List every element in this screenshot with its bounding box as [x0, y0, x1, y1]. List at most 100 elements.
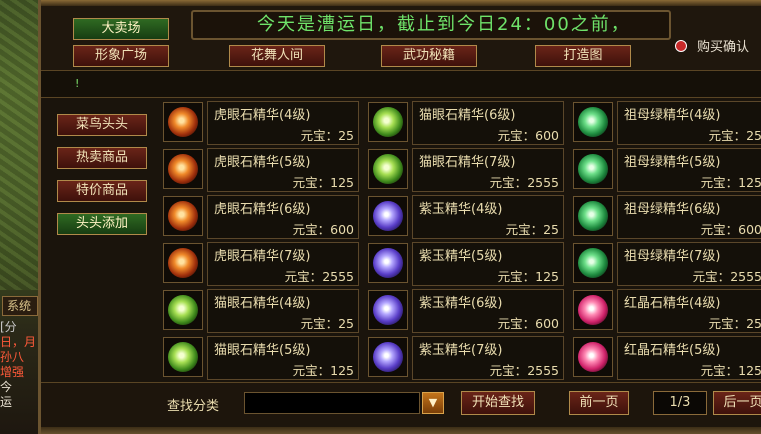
item-slot[interactable] [163, 337, 203, 377]
item-name: 红晶石精华(4级) [624, 296, 721, 311]
item-info[interactable]: 红晶石精华(4级) 元宝：25 [617, 289, 761, 333]
shop-item[interactable]: 紫玉精华(4级) 元宝：25 [368, 195, 564, 239]
shop-item[interactable]: 紫玉精华(5级) 元宝：125 [368, 242, 564, 286]
shop-item[interactable]: 紫玉精华(6级) 元宝：600 [368, 289, 564, 333]
next-page-button[interactable]: 后一页 [713, 391, 761, 415]
item-info[interactable]: 紫玉精华(4级) 元宝：25 [412, 195, 564, 239]
item-slot[interactable] [368, 337, 408, 377]
tab-flower-dance[interactable]: 花舞人间 [229, 45, 325, 67]
cat-gem-icon [373, 154, 403, 184]
shop-tabs: 大卖场 形象广场 花舞人间 武功秘籍 打造图 今天是漕运日，截止到今日24：00… [41, 6, 761, 70]
item-info[interactable]: 猫眼石精华(4级) 元宝：25 [207, 289, 359, 333]
search-label: 查找分类 [167, 399, 220, 414]
item-info[interactable]: 猫眼石精华(6级) 元宝：600 [412, 101, 564, 145]
category-hot[interactable]: 热卖商品 [57, 147, 147, 169]
category-add[interactable]: 头头添加 [57, 213, 147, 235]
price-value: 600 [535, 316, 559, 331]
price-value: 125 [330, 363, 354, 378]
item-name: 猫眼石精华(5级) [214, 343, 311, 358]
item-info[interactable]: 紫玉精华(7级) 元宝：2555 [412, 336, 564, 380]
shop-item[interactable]: 祖母绿精华(6级) 元宝：600 [573, 195, 761, 239]
shop-item[interactable]: 祖母绿精华(7级) 元宝：2555 [573, 242, 761, 286]
tiger-gem-icon [168, 154, 198, 184]
chat-log: [分 日，月 孙八 增强 今 运 [0, 320, 38, 410]
start-search-button[interactable]: 开始查找 [461, 391, 535, 415]
item-info[interactable]: 猫眼石精华(5级) 元宝：125 [207, 336, 359, 380]
category-newbie[interactable]: 菜鸟头头 [57, 114, 147, 136]
item-price: 元宝：125 [293, 172, 354, 191]
item-name: 虎眼石精华(5级) [214, 155, 311, 170]
notice-bar: ! [41, 70, 761, 98]
shop-item[interactable]: 祖母绿精华(5级) 元宝：125 [573, 148, 761, 192]
tab-main-market[interactable]: 大卖场 [73, 18, 169, 40]
item-info[interactable]: 猫眼石精华(7级) 元宝：2555 [412, 148, 564, 192]
shop-item[interactable]: 虎眼石精华(5级) 元宝：125 [163, 148, 359, 192]
item-info[interactable]: 红晶石精华(5级) 元宝：125 [617, 336, 761, 380]
item-info[interactable]: 祖母绿精华(4级) 元宝：25 [617, 101, 761, 145]
price-value: 600 [738, 222, 761, 237]
item-info[interactable]: 祖母绿精华(7级) 元宝：2555 [617, 242, 761, 286]
red-gem-icon [578, 295, 608, 325]
item-name: 红晶石精华(5级) [624, 343, 721, 358]
price-value: 2555 [527, 363, 559, 378]
item-info[interactable]: 虎眼石精华(6级) 元宝：600 [207, 195, 359, 239]
item-price: 元宝：600 [293, 219, 354, 238]
item-info[interactable]: 祖母绿精华(5级) 元宝：125 [617, 148, 761, 192]
dropdown-arrow-icon[interactable]: ▼ [422, 392, 444, 414]
shop-item[interactable]: 虎眼石精华(6级) 元宝：600 [163, 195, 359, 239]
tiger-gem-icon [168, 107, 198, 137]
shop-item[interactable]: 紫玉精华(7级) 元宝：2555 [368, 336, 564, 380]
item-info[interactable]: 虎眼石精华(5级) 元宝：125 [207, 148, 359, 192]
item-slot[interactable] [368, 243, 408, 283]
shop-item[interactable]: 猫眼石精华(7级) 元宝：2555 [368, 148, 564, 192]
purple-gem-icon [373, 295, 403, 325]
item-slot[interactable] [573, 290, 613, 330]
category-special[interactable]: 特价商品 [57, 180, 147, 202]
tab-image-plaza[interactable]: 形象广场 [73, 45, 169, 67]
emerald-gem-icon [578, 154, 608, 184]
item-slot[interactable] [163, 290, 203, 330]
item-name: 虎眼石精华(4级) [214, 108, 311, 123]
item-slot[interactable] [368, 149, 408, 189]
currency-label: 元宝： [292, 363, 331, 378]
shop-item[interactable]: 祖母绿精华(4级) 元宝：25 [573, 101, 761, 145]
item-slot[interactable] [573, 149, 613, 189]
shop-item[interactable]: 猫眼石精华(4级) 元宝：25 [163, 289, 359, 333]
item-info[interactable]: 紫玉精华(6级) 元宝：600 [412, 289, 564, 333]
item-slot[interactable] [163, 196, 203, 236]
shop-item[interactable]: 红晶石精华(4级) 元宝：25 [573, 289, 761, 333]
item-slot[interactable] [163, 149, 203, 189]
system-button[interactable]: 系统 [2, 296, 38, 316]
price-value: 125 [738, 175, 761, 190]
tab-forging-blueprint[interactable]: 打造图 [535, 45, 631, 67]
item-info[interactable]: 虎眼石精华(7级) 元宝：2555 [207, 242, 359, 286]
item-info[interactable]: 紫玉精华(5级) 元宝：125 [412, 242, 564, 286]
item-info[interactable]: 虎眼石精华(4级) 元宝：25 [207, 101, 359, 145]
item-slot[interactable] [573, 243, 613, 283]
shop-item[interactable]: 猫眼石精华(5级) 元宝：125 [163, 336, 359, 380]
item-slot[interactable] [573, 196, 613, 236]
item-slot[interactable] [368, 102, 408, 142]
search-category-input[interactable] [244, 392, 420, 414]
currency-label: 元宝： [284, 269, 323, 284]
shop-item[interactable]: 虎眼石精华(7级) 元宝：2555 [163, 242, 359, 286]
item-slot[interactable] [163, 102, 203, 142]
buy-confirm-toggle[interactable]: 购买确认 [675, 36, 749, 55]
shop-item[interactable]: 虎眼石精华(4级) 元宝：25 [163, 101, 359, 145]
tab-martial-arts[interactable]: 武功秘籍 [381, 45, 477, 67]
tiger-gem-icon [168, 248, 198, 278]
price-value: 125 [330, 175, 354, 190]
currency-label: 元宝： [708, 316, 747, 331]
item-slot[interactable] [573, 337, 613, 377]
prev-page-button[interactable]: 前一页 [569, 391, 629, 415]
item-grid: 虎眼石精华(4级) 元宝：25 虎眼石精华(5级) 元宝：125 虎眼石精华(6级) 元宝… [163, 101, 761, 380]
item-info[interactable]: 祖母绿精华(6级) 元宝：600 [617, 195, 761, 239]
shop-item[interactable]: 红晶石精华(5级) 元宝：125 [573, 336, 761, 380]
item-slot[interactable] [368, 290, 408, 330]
item-price: 元宝：25 [301, 125, 354, 144]
item-slot[interactable] [163, 243, 203, 283]
item-slot[interactable] [573, 102, 613, 142]
radio-icon[interactable] [675, 40, 687, 52]
shop-item[interactable]: 猫眼石精华(6级) 元宝：600 [368, 101, 564, 145]
item-slot[interactable] [368, 196, 408, 236]
